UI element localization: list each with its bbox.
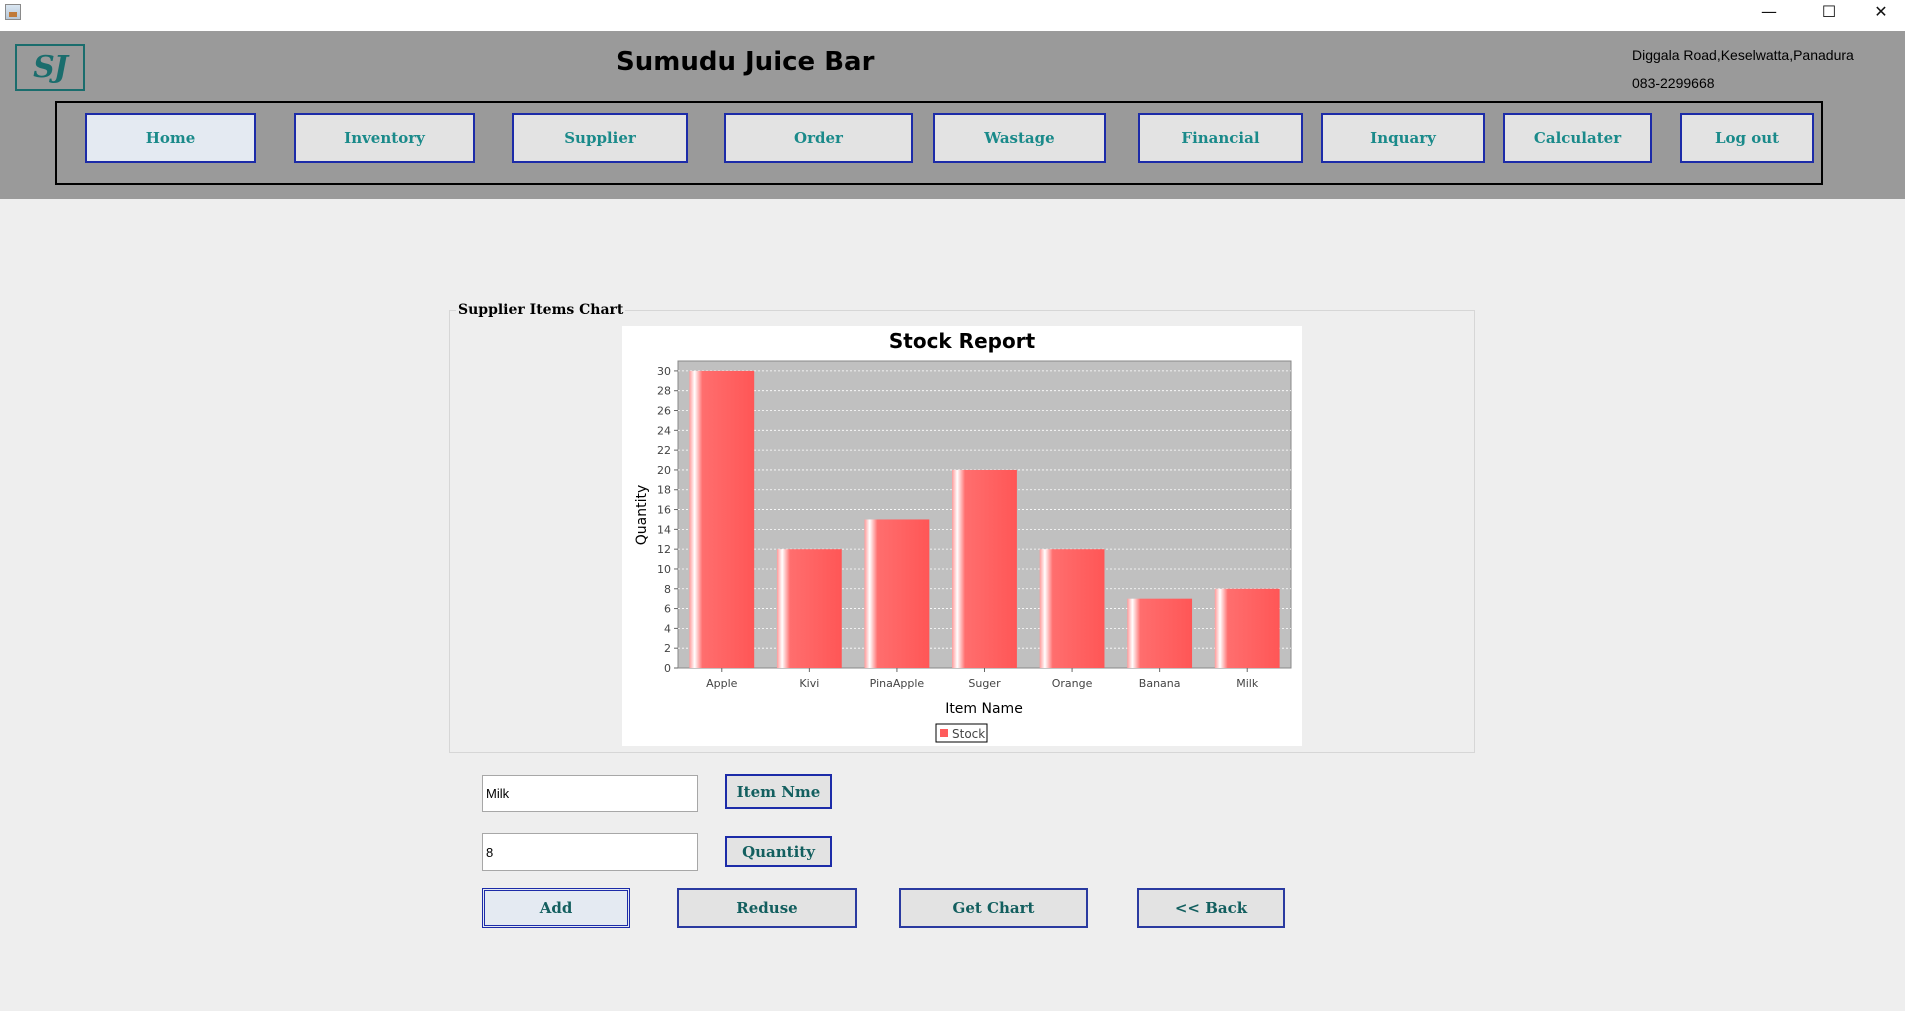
item-name-input[interactable]: [482, 775, 698, 812]
nav-logout-button[interactable]: Log out: [1680, 113, 1814, 163]
y-tick-label: 20: [657, 464, 671, 477]
chart-area: Stock Report 0 2 4 6 8 10 12 14 16 18 20 22 24 26 28 30…: [622, 326, 1302, 746]
nav-home-button[interactable]: Home: [85, 113, 256, 163]
x-axis-ticks: Apple Kivi PinaApple Suger Orange Banana Milk: [706, 668, 1259, 690]
bar-banana: [1127, 598, 1193, 668]
x-tick-label: Banana: [1139, 677, 1181, 690]
reduse-button[interactable]: Reduse: [677, 888, 857, 928]
y-axis-ticks: 024681012141618202224262830: [657, 365, 678, 675]
nav-financial-button[interactable]: Financial: [1138, 113, 1303, 163]
chart-title: Stock Report: [889, 329, 1036, 353]
y-tick-label: 0: [664, 662, 671, 675]
x-tick-label: Milk: [1236, 677, 1259, 690]
bar-suger: [952, 469, 1017, 668]
nav-order-button[interactable]: Order: [724, 113, 913, 163]
bar-milk: [1214, 588, 1280, 668]
add-button[interactable]: Add: [482, 888, 630, 928]
y-tick-label: 14: [657, 523, 671, 536]
x-axis-label: Item Name: [945, 701, 1023, 717]
stock-bar-chart: Stock Report 024681012141618202224262830…: [634, 329, 1292, 743]
main-nav: Home Inventory Supplier Order Wastage Fi…: [55, 101, 1823, 185]
y-tick-label: 10: [657, 563, 671, 576]
nav-inventory-button[interactable]: Inventory: [294, 113, 475, 163]
nav-calculater-button[interactable]: Calculater: [1503, 113, 1652, 163]
item-name-button[interactable]: Item Nme: [725, 774, 832, 809]
bar-orange: [1039, 549, 1105, 668]
y-tick-label: 22: [657, 444, 671, 457]
y-tick-label: 16: [657, 504, 671, 517]
y-tick-label: 26: [657, 405, 671, 418]
maximize-button[interactable]: ☐: [1806, 0, 1852, 26]
shop-name: Sumudu Juice Bar: [616, 47, 875, 77]
quantity-input[interactable]: [482, 833, 698, 871]
y-tick-label: 28: [657, 385, 671, 398]
legend: Stock: [935, 723, 988, 743]
y-tick-label: 30: [657, 365, 671, 378]
java-app-icon: [5, 4, 21, 20]
x-tick-label: Orange: [1052, 677, 1093, 690]
shop-address: Diggala Road,Keselwatta,Panadura: [1632, 47, 1854, 63]
x-tick-label: Suger: [968, 677, 1001, 690]
window-titlebar: — ☐ ✕: [0, 0, 1905, 31]
y-tick-label: 4: [664, 622, 671, 635]
nav-wastage-button[interactable]: Wastage: [933, 113, 1106, 163]
logo: SJ: [15, 44, 85, 91]
close-button[interactable]: ✕: [1858, 0, 1904, 26]
y-tick-label: 12: [657, 543, 671, 556]
y-axis-label: Quantity: [634, 485, 650, 546]
panel-title: Supplier Items Chart: [456, 302, 626, 318]
bar-kivi: [776, 549, 842, 668]
legend-label: Stock: [952, 727, 985, 741]
y-tick-label: 8: [664, 583, 671, 596]
back-button[interactable]: << Back: [1137, 888, 1285, 928]
shop-phone: 083-2299668: [1632, 75, 1715, 91]
y-tick-label: 6: [664, 603, 671, 616]
x-tick-label: Kivi: [799, 677, 819, 690]
y-tick-label: 2: [664, 642, 671, 655]
legend-swatch: [940, 729, 948, 737]
get-chart-button[interactable]: Get Chart: [899, 888, 1088, 928]
minimize-button[interactable]: —: [1746, 0, 1792, 26]
y-tick-label: 18: [657, 484, 671, 497]
bar-apple: [689, 370, 755, 668]
x-tick-label: Apple: [706, 677, 738, 690]
nav-supplier-button[interactable]: Supplier: [512, 113, 688, 163]
x-tick-label: PinaApple: [870, 677, 925, 690]
y-tick-label: 24: [657, 424, 671, 437]
nav-inquary-button[interactable]: Inquary: [1321, 113, 1485, 163]
app-header: SJ Sumudu Juice Bar Diggala Road,Keselwa…: [0, 31, 1905, 199]
quantity-button[interactable]: Quantity: [725, 836, 832, 867]
bar-pinaapple: [864, 519, 930, 668]
